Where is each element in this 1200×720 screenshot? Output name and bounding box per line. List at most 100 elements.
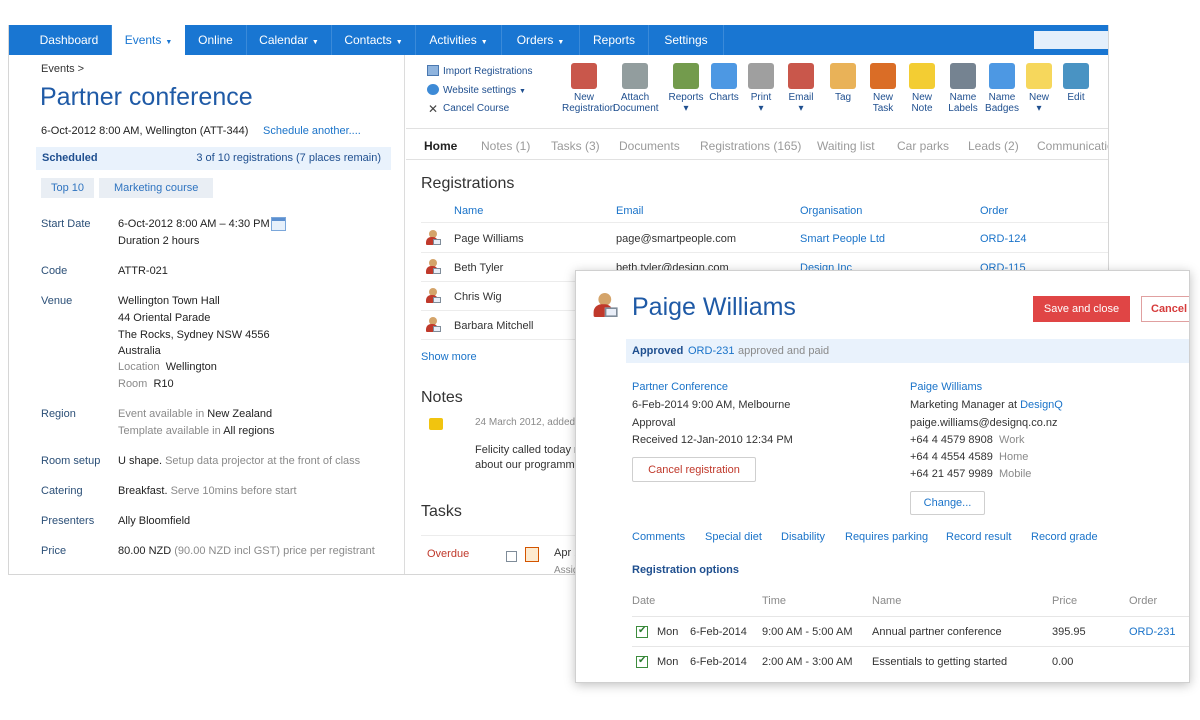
name-labels-button[interactable]: Name Labels	[941, 63, 985, 114]
venue-address-line: 44 Oriental Parade	[118, 312, 211, 324]
button-label: Email	[788, 92, 814, 103]
registrant-order-link[interactable]: ORD-124	[980, 233, 1026, 245]
import-registrations-link[interactable]: Import Registrations	[427, 65, 532, 77]
option-checkbox[interactable]	[636, 625, 648, 638]
order-link[interactable]: ORD-231	[688, 345, 734, 357]
cancel-button[interactable]: Cancel	[1141, 296, 1189, 322]
nav-tab-online[interactable]: Online	[185, 25, 247, 55]
nav-tab-calendar[interactable]: Calendar ▼	[247, 25, 332, 55]
table-row[interactable]: Page Williams page@smartpeople.com Smart…	[421, 224, 1108, 253]
registrant-name: Page Williams	[454, 233, 524, 245]
option-date: 6-Feb-2014	[690, 626, 747, 638]
location-value: Wellington	[165, 361, 217, 373]
calendar-icon[interactable]	[271, 217, 286, 231]
chevron-down-icon: ▼	[311, 39, 319, 46]
website-settings-link[interactable]: Website settings ▼	[427, 84, 526, 96]
contact-role: Marketing Manager at DesignQ	[910, 399, 1063, 411]
tab-documents[interactable]: Documents	[619, 139, 680, 153]
option-checkbox[interactable]	[636, 655, 648, 668]
column-header-time: Time	[762, 595, 787, 607]
nav-tab-label: Online	[198, 33, 233, 47]
requires-parking-link[interactable]: Requires parking	[845, 531, 928, 543]
button-label: Tag	[834, 92, 852, 103]
button-label: Name	[988, 92, 1016, 103]
task-checklist-icon	[870, 63, 896, 89]
event-available-label: Event available in	[118, 408, 205, 420]
print-button[interactable]: Print ▾	[739, 63, 783, 114]
column-header-order[interactable]: Order	[980, 205, 1008, 217]
email-button[interactable]: Email ▾	[779, 63, 823, 114]
column-header-name[interactable]: Name	[454, 205, 483, 217]
tab-car-parks[interactable]: Car parks	[897, 139, 949, 153]
tab-tasks[interactable]: Tasks (3)	[551, 139, 600, 153]
task-checkbox[interactable]	[506, 551, 517, 562]
field-label: Room setup	[41, 455, 101, 467]
tab-home[interactable]: Home	[424, 139, 457, 153]
venue-link[interactable]: Wellington Town Hall	[118, 295, 220, 307]
nav-tab-contacts[interactable]: Contacts ▼	[332, 25, 416, 55]
breadcrumb[interactable]: Events >	[41, 63, 84, 75]
new-task-button[interactable]: New Task	[861, 63, 905, 114]
contact-name-link[interactable]: Paige Williams	[910, 381, 982, 393]
registrant-name: Barbara Mitchell	[454, 320, 534, 332]
column-header-name: Name	[872, 595, 902, 607]
duration-value: Duration 2 hours	[118, 235, 200, 247]
registrant-email: page@smartpeople.com	[616, 233, 737, 245]
note-icon	[909, 63, 935, 89]
change-contact-button[interactable]: Change...	[910, 491, 985, 515]
price-amount: 80.00 NZD	[118, 545, 172, 557]
nav-tab-events[interactable]: Events ▼	[112, 25, 185, 55]
tab-registrations[interactable]: Registrations (165)	[700, 139, 801, 153]
nav-tab-reports[interactable]: Reports	[580, 25, 649, 55]
cancel-course-link[interactable]: ✕ Cancel Course	[427, 103, 509, 115]
chevron-down-icon: ▼	[480, 39, 488, 46]
attach-document-button[interactable]: Attach Document	[613, 63, 659, 114]
tab-notes[interactable]: Notes (1)	[481, 139, 530, 153]
company-link[interactable]: DesignQ	[1020, 399, 1063, 411]
venue-location: Location Wellington	[118, 361, 217, 373]
search-input[interactable]	[1034, 31, 1108, 49]
cancel-registration-button[interactable]: Cancel registration	[632, 457, 756, 482]
nav-tab-settings[interactable]: Settings	[649, 25, 724, 55]
registrant-organisation-link[interactable]: Smart People Ltd	[800, 233, 885, 245]
save-and-close-button[interactable]: Save and close	[1033, 296, 1130, 322]
tag-button[interactable]: Tag	[821, 63, 865, 103]
new-note-button[interactable]: New Note	[900, 63, 944, 114]
note-author: added	[547, 417, 576, 428]
tag-chip[interactable]: Top 10	[41, 178, 95, 198]
button-label: New	[872, 92, 893, 103]
button-label: Task	[872, 103, 894, 114]
show-more-link[interactable]: Show more	[421, 351, 477, 363]
nav-tab-orders[interactable]: Orders ▼	[502, 25, 580, 55]
tab-leads[interactable]: Leads (2)	[968, 139, 1019, 153]
chevron-down-icon: ▼	[557, 39, 565, 46]
event-link[interactable]: Partner Conference	[632, 381, 728, 393]
chevron-down-icon: ▾	[683, 103, 689, 114]
record-grade-link[interactable]: Record grade	[1031, 531, 1098, 543]
button-label: Edit	[1067, 92, 1085, 103]
field-label: Region	[41, 408, 76, 420]
field-label: Venue	[41, 295, 73, 307]
person-icon	[425, 317, 441, 333]
button-label: Note	[911, 103, 933, 114]
tag-chip[interactable]: Marketing course	[99, 178, 214, 198]
nav-tab-dashboard[interactable]: Dashboard	[9, 25, 112, 55]
presenter-link[interactable]: Ally Bloomfield	[118, 515, 190, 527]
special-diet-link[interactable]: Special diet	[705, 531, 762, 543]
book-icon	[673, 63, 699, 89]
note-meta: 24 March 2012, added	[475, 417, 575, 428]
column-header-email[interactable]: Email	[616, 205, 644, 217]
tab-waiting-list[interactable]: Waiting list	[817, 139, 875, 153]
tab-communications[interactable]: Communications	[1037, 139, 1108, 153]
option-order-link[interactable]: ORD-231	[1129, 626, 1175, 638]
new-registration-button[interactable]: New Registration	[562, 63, 615, 114]
edit-button[interactable]: Edit	[1054, 63, 1098, 103]
schedule-another-link[interactable]: Schedule another....	[263, 125, 361, 137]
comments-link[interactable]: Comments	[632, 531, 685, 543]
disability-link[interactable]: Disability	[781, 531, 825, 543]
column-header-organisation[interactable]: Organisation	[800, 205, 862, 217]
record-result-link[interactable]: Record result	[946, 531, 1011, 543]
nav-tab-activities[interactable]: Activities ▼	[416, 25, 502, 55]
options-heading: Registration options	[632, 564, 739, 576]
room-label: Room	[118, 378, 148, 390]
